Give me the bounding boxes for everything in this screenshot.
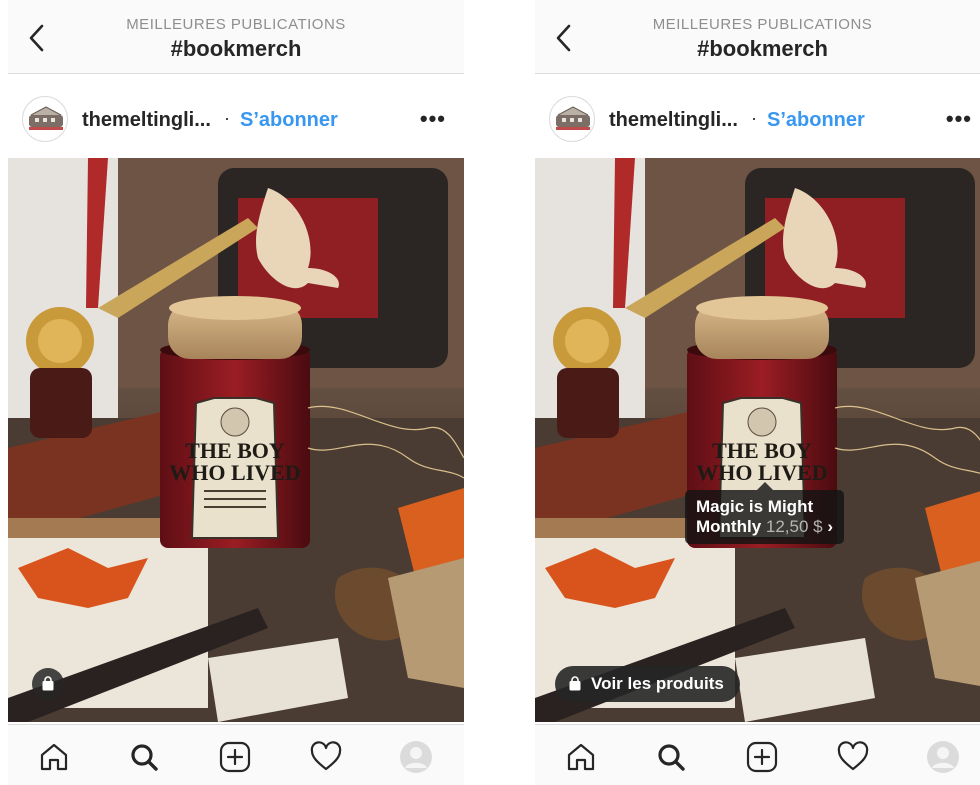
product-price: 12,50 $ bbox=[765, 517, 823, 536]
nav-profile[interactable] bbox=[923, 739, 963, 775]
post-header: themeltingli... · S’abonner ••• bbox=[8, 86, 464, 148]
chevron-right-icon: › bbox=[827, 517, 834, 536]
separator-dot: · bbox=[751, 108, 757, 128]
search-icon bbox=[131, 744, 158, 771]
avatar[interactable] bbox=[549, 96, 595, 142]
candle-photo: THE BOY WHO LIVED bbox=[535, 158, 980, 722]
nav-profile[interactable] bbox=[396, 739, 436, 775]
nav-search[interactable] bbox=[651, 739, 691, 775]
follow-button[interactable]: S’abonner bbox=[767, 109, 865, 132]
nav-search[interactable] bbox=[124, 739, 164, 775]
profile-avatar-icon bbox=[927, 741, 959, 773]
header: MEILLEURES PUBLICATIONS #bookmerch bbox=[8, 0, 464, 74]
separator-dot: · bbox=[224, 108, 230, 128]
nav-add-post[interactable] bbox=[742, 739, 782, 775]
follow-button[interactable]: S’abonner bbox=[240, 109, 338, 132]
search-icon bbox=[658, 744, 685, 771]
header-title: #bookmerch bbox=[170, 36, 302, 61]
view-products-label: Voir les produits bbox=[591, 674, 724, 693]
add-post-icon bbox=[746, 741, 778, 773]
home-icon bbox=[40, 743, 68, 771]
product-tag[interactable]: Magic is Might Monthly 12,50 $ › bbox=[685, 482, 845, 544]
more-options-button[interactable]: ••• bbox=[946, 106, 972, 132]
shop-badge[interactable] bbox=[32, 668, 64, 700]
username[interactable]: themeltingli... bbox=[82, 109, 211, 132]
screen-right: MEILLEURES PUBLICATIONS #bookmerch theme… bbox=[535, 0, 980, 785]
product-tag-name: Magic is Might bbox=[696, 497, 814, 516]
username[interactable]: themeltingli... bbox=[609, 109, 738, 132]
nav-activity[interactable] bbox=[306, 739, 346, 775]
profile-avatar-icon bbox=[400, 741, 432, 773]
post-header: themeltingli... · S’abonner ••• bbox=[535, 86, 980, 148]
nav-home[interactable] bbox=[34, 739, 74, 775]
avatar[interactable] bbox=[22, 96, 68, 142]
screen-left: MEILLEURES PUBLICATIONS #bookmerch theme… bbox=[8, 0, 464, 785]
header: MEILLEURES PUBLICATIONS #bookmerch bbox=[535, 0, 980, 74]
view-products-button[interactable]: Voir les produits bbox=[555, 666, 740, 702]
header-subtitle: MEILLEURES PUBLICATIONS bbox=[652, 16, 873, 33]
bottom-nav bbox=[8, 724, 464, 785]
header-subtitle: MEILLEURES PUBLICATIONS bbox=[126, 16, 346, 33]
shopping-bag-icon bbox=[42, 676, 54, 691]
candle-photo: THE BOY WHO LIVED bbox=[8, 158, 464, 722]
nav-add-post[interactable] bbox=[215, 739, 255, 775]
more-options-button[interactable]: ••• bbox=[420, 106, 446, 132]
header-title: #bookmerch bbox=[697, 36, 828, 61]
heart-icon bbox=[837, 741, 869, 771]
bottom-nav bbox=[535, 724, 980, 785]
label-line2: WHO LIVED bbox=[169, 460, 300, 485]
nav-home[interactable] bbox=[561, 739, 601, 775]
post-photo[interactable]: THE BOY WHO LIVED Magic is Might Monthly… bbox=[535, 158, 980, 722]
heart-icon bbox=[310, 741, 342, 771]
shopping-bag-icon bbox=[569, 676, 581, 691]
product-tag-name-line2: Monthly bbox=[696, 517, 762, 536]
add-post-icon bbox=[219, 741, 251, 773]
post-photo[interactable]: THE BOY WHO LIVED bbox=[8, 158, 464, 722]
home-icon bbox=[567, 743, 595, 771]
nav-activity[interactable] bbox=[833, 739, 873, 775]
